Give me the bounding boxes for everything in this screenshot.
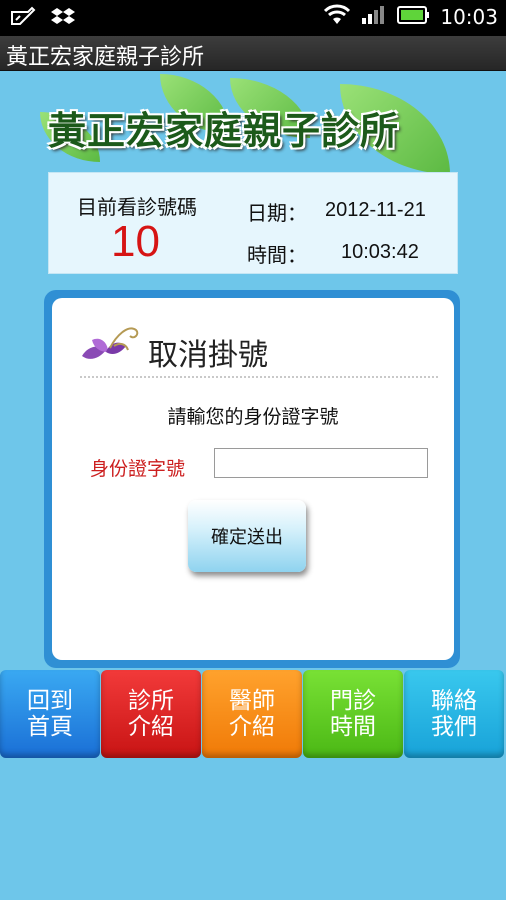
nav-home-label: 回到 首頁 (27, 688, 73, 740)
id-number-label: 身份證字號 (90, 458, 186, 480)
nav-contact-label: 聯絡 我們 (431, 688, 477, 740)
bottom-nav: 回到 首頁 診所 介紹 醫師 介紹 門診 時間 聯絡 我們 (0, 670, 506, 760)
nav-contact-button[interactable]: 聯絡 我們 (404, 670, 504, 758)
nav-doctor-intro-label: 醫師 介紹 (229, 688, 275, 740)
id-number-input[interactable] (214, 448, 428, 478)
time-label: 時間： (247, 243, 307, 267)
flower-icon (76, 316, 142, 370)
cancel-registration-panel: 取消掛號 請輸您的身份證字號 身份證字號 確定送出 (52, 298, 454, 660)
nav-clinic-intro-label: 診所 介紹 (128, 688, 174, 740)
battery-icon (396, 4, 430, 30)
clinic-logo-text: 黃正宏家庭親子診所 (48, 108, 400, 153)
submit-button[interactable]: 確定送出 (188, 500, 306, 572)
nav-clinic-hours-label: 門診 時間 (330, 688, 376, 740)
app-title-bar: 黃正宏家庭親子診所 (0, 36, 506, 71)
nav-doctor-intro-button[interactable]: 醫師 介紹 (202, 670, 302, 758)
dotted-divider (80, 376, 438, 378)
wifi-icon (324, 4, 351, 30)
dropbox-icon (50, 6, 76, 32)
date-label: 日期： (247, 201, 307, 225)
time-value: 10:03:42 (341, 241, 419, 263)
status-bar: 10:03 (0, 0, 506, 36)
id-prompt: 請輸您的身份證字號 (167, 406, 339, 428)
date-value: 2012-11-21 (325, 199, 426, 221)
nav-home-button[interactable]: 回到 首頁 (0, 670, 100, 758)
signal-icon (360, 4, 386, 30)
clock: 10:03 (440, 5, 498, 29)
app-title: 黃正宏家庭親子診所 (6, 45, 205, 70)
notification-icon (10, 6, 36, 32)
nav-clinic-intro-button[interactable]: 診所 介紹 (101, 670, 201, 758)
current-number-label: 目前看診號碼 (77, 195, 197, 219)
queue-info-box: 目前看診號碼 10 日期： 2012-11-21 時間： 10:03:42 (48, 172, 458, 274)
current-number-value: 10 (111, 217, 160, 266)
cancel-heading: 取消掛號 (148, 338, 268, 373)
nav-clinic-hours-button[interactable]: 門診 時間 (303, 670, 403, 758)
clinic-logo-banner: 黃正宏家庭親子診所 (40, 72, 466, 174)
